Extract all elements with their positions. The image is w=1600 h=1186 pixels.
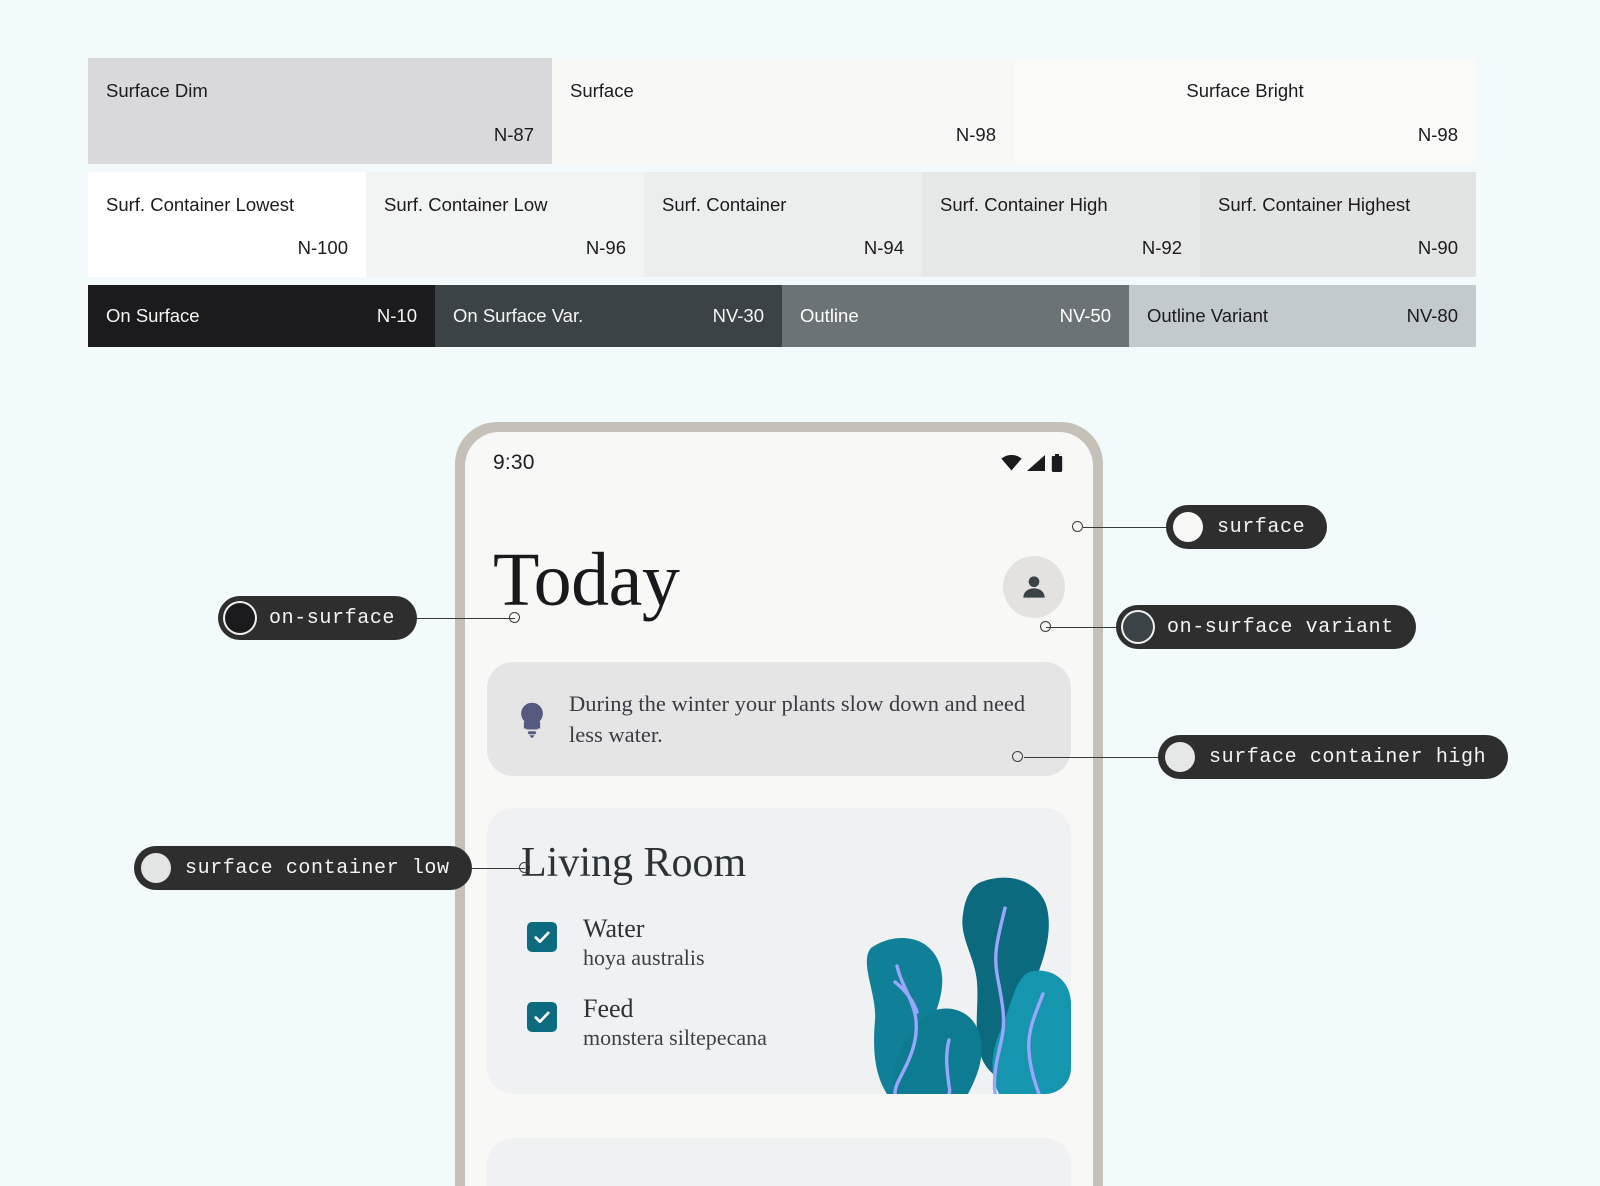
task-checkbox[interactable] bbox=[527, 922, 557, 952]
leader-line-surface-container-high bbox=[1024, 757, 1160, 758]
swatch-outline[interactable]: Outline NV-50 bbox=[782, 285, 1129, 347]
annotation-label: on-surface bbox=[269, 606, 396, 630]
room-card-title: Living Room bbox=[521, 840, 747, 886]
status-bar-icons bbox=[1001, 454, 1063, 472]
swatch-name: Surf. Container Highest bbox=[1218, 194, 1411, 215]
swatch-outline-variant[interactable]: Outline Variant NV-80 bbox=[1129, 285, 1476, 347]
status-bar: 9:30 bbox=[465, 432, 1093, 494]
person-icon bbox=[1023, 576, 1045, 598]
page-title: Today bbox=[493, 538, 680, 622]
annotation-pill-on-surface-variant[interactable]: on-surface variant bbox=[1116, 605, 1416, 649]
swatch-name: Surf. Container Lowest bbox=[106, 194, 295, 215]
task-row[interactable]: Water hoya australis bbox=[527, 914, 1071, 972]
swatch-row-containers: Surf. Container Lowest N-100 Surf. Conta… bbox=[88, 172, 1476, 277]
leader-dot-on-surface-variant bbox=[1040, 621, 1051, 632]
swatch-token: N-96 bbox=[585, 237, 626, 258]
swatch-surface[interactable]: Surface N-98 bbox=[552, 58, 1014, 164]
leader-dot-surface-container-high bbox=[1012, 751, 1023, 762]
room-card-secondary[interactable] bbox=[487, 1138, 1071, 1186]
swatch-name: Surf. Container Low bbox=[384, 194, 548, 215]
swatch-name: Surf. Container bbox=[662, 194, 787, 215]
swatch-token: N-87 bbox=[493, 124, 534, 145]
annotation-label: on-surface variant bbox=[1167, 615, 1394, 639]
annotation-pill-surface-container-low[interactable]: surface container low bbox=[134, 846, 472, 890]
annotation-color-dot bbox=[1173, 512, 1203, 542]
swatch-name: On Surface bbox=[106, 305, 200, 326]
swatch-surface-dim[interactable]: Surface Dim N-87 bbox=[88, 58, 552, 164]
swatch-name: Surface Dim bbox=[106, 80, 208, 101]
phone-screen: 9:30 Today During the winter your plants… bbox=[465, 432, 1093, 1186]
swatch-surf-container-highest[interactable]: Surf. Container Highest N-90 bbox=[1200, 172, 1476, 277]
annotation-label: surface bbox=[1217, 515, 1306, 539]
swatch-surf-container-low[interactable]: Surf. Container Low N-96 bbox=[366, 172, 644, 277]
leader-line-surface bbox=[1083, 527, 1167, 528]
status-bar-time: 9:30 bbox=[493, 451, 535, 474]
cell-signal-icon bbox=[1027, 455, 1045, 471]
swatch-name: Outline bbox=[800, 305, 859, 326]
swatch-surf-container[interactable]: Surf. Container N-94 bbox=[644, 172, 922, 277]
task-plant-name: monstera siltepecana bbox=[583, 1025, 767, 1050]
task-row[interactable]: Feed monstera siltepecana bbox=[527, 994, 1071, 1052]
swatch-token: N-10 bbox=[376, 305, 417, 326]
swatch-token: N-94 bbox=[863, 237, 904, 258]
annotation-color-dot bbox=[1165, 742, 1195, 772]
task-checkbox[interactable] bbox=[527, 1002, 557, 1032]
check-icon bbox=[534, 1011, 550, 1023]
swatch-token: N-98 bbox=[955, 124, 996, 145]
swatch-on-surface[interactable]: On Surface N-10 bbox=[88, 285, 435, 347]
leader-line-on-surface-variant bbox=[1046, 627, 1118, 628]
lightbulb-icon bbox=[521, 702, 543, 738]
swatch-token: NV-80 bbox=[1406, 305, 1458, 326]
swatch-surf-container-high[interactable]: Surf. Container High N-92 bbox=[922, 172, 1200, 277]
surface-color-swatch-table: Surface Dim N-87 Surface N-98 Surface Br… bbox=[88, 58, 1476, 347]
leader-line-on-surface bbox=[404, 618, 515, 619]
swatch-token: N-90 bbox=[1417, 237, 1458, 258]
swatch-name: Surface bbox=[570, 80, 634, 101]
swatch-token: N-92 bbox=[1141, 237, 1182, 258]
task-name: Feed bbox=[583, 994, 634, 1023]
swatch-name: On Surface Var. bbox=[453, 305, 584, 326]
swatch-name: Surface Bright bbox=[1186, 80, 1304, 101]
swatch-surface-bright[interactable]: Surface Bright N-98 bbox=[1014, 58, 1476, 164]
task-list: Water hoya australis Feed monstera silte… bbox=[487, 884, 1071, 1052]
check-icon bbox=[534, 931, 550, 943]
swatch-token: NV-50 bbox=[1059, 305, 1111, 326]
annotation-pill-surface-container-high[interactable]: surface container high bbox=[1158, 735, 1509, 779]
annotation-color-dot bbox=[225, 603, 255, 633]
swatch-token: NV-30 bbox=[712, 305, 764, 326]
leader-dot-surface-container-low bbox=[519, 862, 530, 873]
leader-dot-on-surface bbox=[509, 612, 520, 623]
app-header: Today bbox=[465, 494, 1093, 618]
swatch-row-on-surface: On Surface N-10 On Surface Var. NV-30 Ou… bbox=[88, 285, 1476, 347]
swatch-row-surface: Surface Dim N-87 Surface N-98 Surface Br… bbox=[88, 58, 1476, 164]
task-text-block: Feed monstera siltepecana bbox=[583, 994, 767, 1052]
task-plant-name: hoya australis bbox=[583, 945, 705, 970]
swatch-token: N-98 bbox=[1417, 124, 1458, 145]
swatch-name: Outline Variant bbox=[1147, 305, 1268, 326]
phone-mockup-frame: 9:30 Today During the winter your plants… bbox=[455, 422, 1103, 1186]
annotation-label: surface container high bbox=[1209, 745, 1487, 769]
tip-card-text: During the winter your plants slow down … bbox=[569, 691, 1026, 747]
leader-dot-surface bbox=[1072, 521, 1083, 532]
swatch-surf-container-lowest[interactable]: Surf. Container Lowest N-100 bbox=[88, 172, 366, 277]
annotation-color-dot bbox=[141, 853, 171, 883]
task-name: Water bbox=[583, 914, 645, 943]
annotation-pill-on-surface[interactable]: on-surface bbox=[218, 596, 418, 640]
task-text-block: Water hoya australis bbox=[583, 914, 705, 972]
annotation-color-dot bbox=[1123, 612, 1153, 642]
battery-icon bbox=[1051, 454, 1063, 472]
wifi-icon bbox=[1001, 455, 1022, 471]
annotation-pill-surface[interactable]: surface bbox=[1166, 505, 1328, 549]
tip-card[interactable]: During the winter your plants slow down … bbox=[487, 662, 1071, 776]
swatch-name: Surf. Container High bbox=[940, 194, 1108, 215]
avatar-button[interactable] bbox=[1003, 556, 1065, 618]
swatch-token: N-100 bbox=[297, 237, 348, 258]
annotation-label: surface container low bbox=[185, 856, 450, 880]
swatch-on-surface-variant[interactable]: On Surface Var. NV-30 bbox=[435, 285, 782, 347]
room-card-living-room[interactable]: Living Room Water hoya australis Feed mo… bbox=[487, 808, 1071, 1094]
